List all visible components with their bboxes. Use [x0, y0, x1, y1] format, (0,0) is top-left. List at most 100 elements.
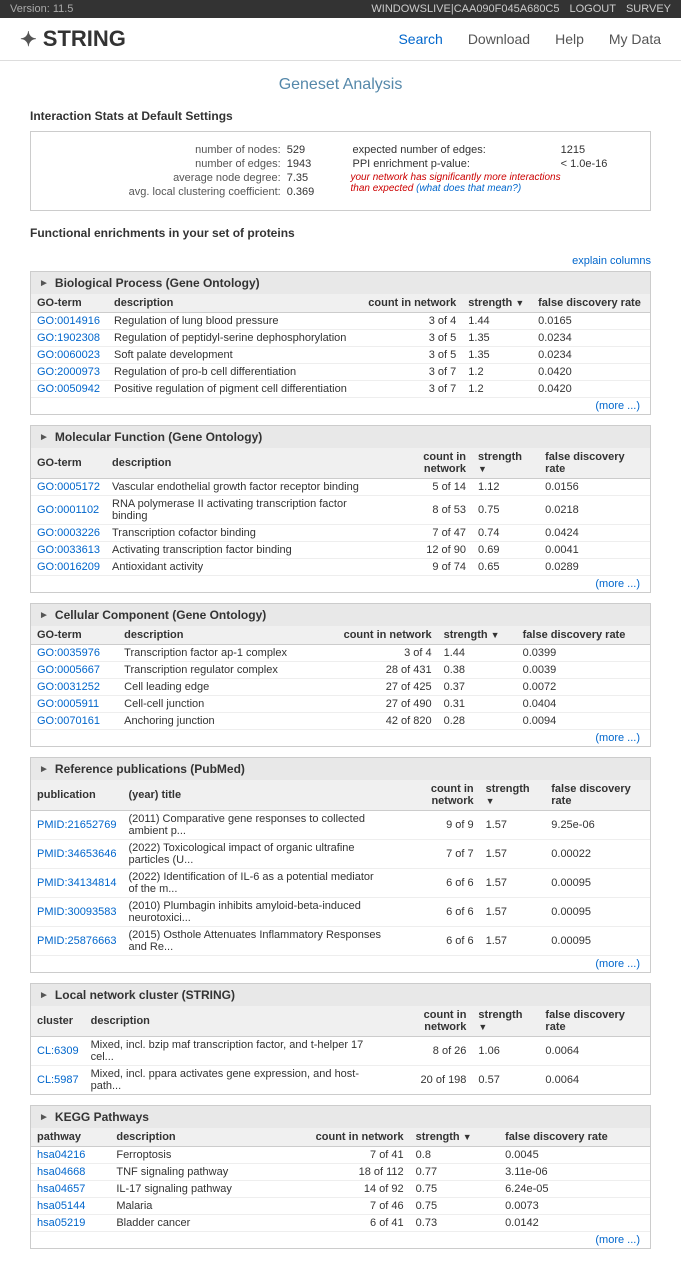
stats-note: your network has significantly more inte… — [351, 172, 636, 194]
col-header-0[interactable]: GO-term — [31, 626, 118, 645]
col-header-4[interactable]: false discovery rate — [539, 448, 650, 479]
section-header-local-cluster[interactable]: ►Local network cluster (STRING) — [31, 984, 650, 1006]
term-link[interactable]: GO:0033613 — [37, 544, 100, 556]
term-link[interactable]: GO:1902308 — [37, 332, 100, 344]
col-header-2[interactable]: count in network — [375, 448, 472, 479]
col-header-2[interactable]: count in network — [360, 294, 463, 313]
term-link[interactable]: GO:0005667 — [37, 664, 100, 676]
table-cell: 1.57 — [480, 869, 546, 898]
section-header-kegg[interactable]: ►KEGG Pathways — [31, 1106, 650, 1128]
col-header-4[interactable]: false discovery rate — [532, 294, 650, 313]
term-link[interactable]: PMID:34134814 — [37, 877, 117, 889]
term-link[interactable]: CL:5987 — [37, 1074, 79, 1086]
col-header-3[interactable]: strength ▼ — [472, 448, 539, 479]
term-link[interactable]: PMID:25876663 — [37, 935, 117, 947]
term-link[interactable]: PMID:21652769 — [37, 819, 117, 831]
table-cell: Positive regulation of pigment cell diff… — [108, 381, 359, 398]
term-link[interactable]: GO:2000973 — [37, 366, 100, 378]
section-header-pubmed[interactable]: ►Reference publications (PubMed) — [31, 758, 650, 780]
col-header-0[interactable]: GO-term — [31, 448, 106, 479]
more-link[interactable]: (more ...) — [595, 732, 640, 744]
table-cell: Antioxidant activity — [106, 559, 375, 576]
table-cell: (2011) Comparative gene responses to col… — [123, 811, 389, 840]
col-header-2[interactable]: count in network — [278, 1128, 410, 1147]
col-header-0[interactable]: pathway — [31, 1128, 110, 1147]
term-link[interactable]: GO:0035976 — [37, 647, 100, 659]
section-title-label: KEGG Pathways — [55, 1110, 149, 1124]
nav-help[interactable]: Help — [555, 31, 584, 47]
main-content: Geneset Analysis Interaction Stats at De… — [0, 61, 681, 1274]
term-link[interactable]: PMID:30093583 — [37, 906, 117, 918]
col-header-1[interactable]: description — [108, 294, 359, 313]
table-cell: Soft palate development — [108, 347, 359, 364]
logout-link[interactable]: LOGOUT — [570, 3, 616, 15]
explain-columns-link[interactable]: explain columns — [572, 255, 651, 267]
col-header-4[interactable]: false discovery rate — [517, 626, 650, 645]
col-header-3[interactable]: strength ▼ — [472, 1006, 539, 1037]
term-link[interactable]: PMID:34653646 — [37, 848, 117, 860]
col-header-4[interactable]: false discovery rate — [539, 1006, 650, 1037]
col-header-2[interactable]: count in network — [389, 780, 480, 811]
col-header-3[interactable]: strength ▼ — [462, 294, 532, 313]
nav-mydata[interactable]: My Data — [609, 31, 661, 47]
term-link[interactable]: GO:0050942 — [37, 383, 100, 395]
col-header-4[interactable]: false discovery rate — [545, 780, 650, 811]
stats-table-right: expected number of edges: 1215 PPI enric… — [351, 142, 636, 172]
term-link[interactable]: GO:0005911 — [37, 698, 99, 710]
survey-link[interactable]: SURVEY — [626, 3, 671, 15]
more-row[interactable]: (more ...) — [31, 956, 650, 973]
term-link[interactable]: GO:0070161 — [37, 715, 100, 727]
more-link[interactable]: (more ...) — [595, 958, 640, 970]
col-header-0[interactable]: GO-term — [31, 294, 108, 313]
section-cellular-component: ►Cellular Component (Gene Ontology)GO-te… — [30, 603, 651, 747]
nav-search[interactable]: Search — [398, 31, 442, 47]
col-header-1[interactable]: description — [106, 448, 375, 479]
col-header-0[interactable]: publication — [31, 780, 123, 811]
more-row[interactable]: (more ...) — [31, 730, 650, 747]
more-link[interactable]: (more ...) — [595, 578, 640, 590]
col-header-1[interactable]: (year) title — [123, 780, 389, 811]
more-row[interactable]: (more ...) — [31, 398, 650, 415]
table-row: PMID:25876663(2015) Osthole Attenuates I… — [31, 927, 650, 956]
section-header-molecular-function[interactable]: ►Molecular Function (Gene Ontology) — [31, 426, 650, 448]
table-row: GO:0033613Activating transcription facto… — [31, 542, 650, 559]
term-link[interactable]: GO:0005172 — [37, 481, 100, 493]
col-header-3[interactable]: strength ▼ — [480, 780, 546, 811]
col-header-1[interactable]: description — [118, 626, 321, 645]
table-cell: 1.57 — [480, 811, 546, 840]
col-header-1[interactable]: description — [110, 1128, 278, 1147]
table-cell: 3 of 7 — [360, 364, 463, 381]
col-header-2[interactable]: count in network — [321, 626, 437, 645]
term-link[interactable]: GO:0001102 — [37, 504, 99, 516]
col-header-1[interactable]: description — [85, 1006, 377, 1037]
term-link[interactable]: GO:0060023 — [37, 349, 100, 361]
term-link[interactable]: hsa05219 — [37, 1217, 85, 1229]
term-link[interactable]: GO:0016209 — [37, 561, 100, 573]
more-row[interactable]: (more ...) — [31, 576, 650, 593]
term-link[interactable]: hsa05144 — [37, 1200, 85, 1212]
term-link[interactable]: hsa04668 — [37, 1166, 85, 1178]
explain-columns[interactable]: explain columns — [30, 255, 651, 267]
more-link[interactable]: (more ...) — [595, 1234, 640, 1246]
section-header-cellular-component[interactable]: ►Cellular Component (Gene Ontology) — [31, 604, 650, 626]
col-header-2[interactable]: count in network — [376, 1006, 472, 1037]
nav-download[interactable]: Download — [468, 31, 530, 47]
what-does-mean-link[interactable]: (what does that mean?) — [416, 183, 521, 194]
stat-label: PPI enrichment p-value: — [353, 158, 559, 170]
term-link[interactable]: hsa04657 — [37, 1183, 85, 1195]
table-cell: hsa04657 — [31, 1181, 110, 1198]
section-header-biological-process[interactable]: ►Biological Process (Gene Ontology) — [31, 272, 650, 294]
sort-arrow-icon: ▼ — [515, 298, 524, 308]
col-header-3[interactable]: strength ▼ — [410, 1128, 499, 1147]
col-header-0[interactable]: cluster — [31, 1006, 85, 1037]
term-link[interactable]: hsa04216 — [37, 1149, 85, 1161]
term-link[interactable]: GO:0031252 — [37, 681, 100, 693]
table-row: GO:0070161Anchoring junction42 of 8200.2… — [31, 713, 650, 730]
more-link[interactable]: (more ...) — [595, 400, 640, 412]
more-row[interactable]: (more ...) — [31, 1232, 650, 1249]
col-header-3[interactable]: strength ▼ — [438, 626, 517, 645]
term-link[interactable]: GO:0003226 — [37, 527, 100, 539]
term-link[interactable]: CL:6309 — [37, 1045, 79, 1057]
col-header-4[interactable]: false discovery rate — [499, 1128, 650, 1147]
term-link[interactable]: GO:0014916 — [37, 315, 100, 327]
